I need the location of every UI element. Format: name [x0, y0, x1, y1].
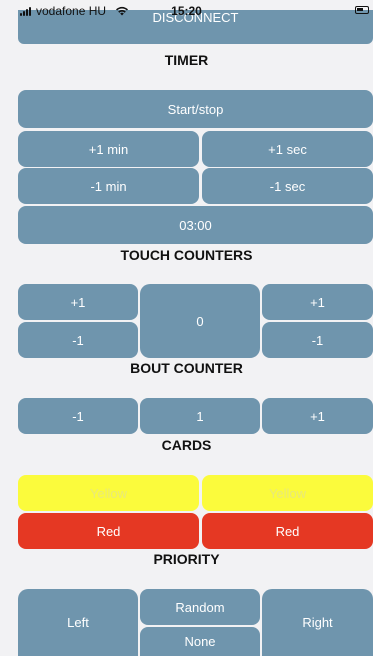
priority-heading: PRIORITY: [153, 551, 220, 567]
right-touch-plus-button[interactable]: +1: [262, 284, 373, 320]
status-bar: vodafone HU 15:20: [0, 0, 373, 22]
plus-one-minute-label: +1 min: [88, 141, 129, 157]
right-touch-plus-label: +1: [310, 294, 325, 310]
priority-none-label: None: [184, 634, 216, 649]
left-yellow-card-label: Yellow: [89, 485, 128, 501]
bout-value-display[interactable]: 1: [140, 398, 260, 434]
bout-value: 1: [196, 408, 204, 424]
priority-random-button[interactable]: Random: [140, 589, 260, 625]
left-touch-minus-label: -1: [72, 332, 84, 348]
left-touch-plus-button[interactable]: +1: [18, 284, 138, 320]
bout-minus-button[interactable]: -1: [18, 398, 138, 434]
priority-left-label: Left: [67, 615, 89, 630]
minus-one-second-button[interactable]: -1 sec: [202, 168, 373, 204]
left-touch-minus-button[interactable]: -1: [18, 322, 138, 358]
priority-none-button[interactable]: None: [140, 627, 260, 656]
bout-plus-label: +1: [310, 408, 325, 424]
timer-display-value: 03:00: [179, 217, 212, 233]
plus-one-minute-button[interactable]: +1 min: [18, 131, 199, 167]
priority-right-button[interactable]: Right: [262, 589, 373, 656]
battery-icon: [355, 6, 369, 14]
plus-one-second-button[interactable]: +1 sec: [202, 131, 373, 167]
bout-minus-label: -1: [72, 408, 84, 424]
right-yellow-card-button[interactable]: Yellow: [202, 475, 373, 511]
cards-heading: CARDS: [161, 437, 212, 453]
touch-score-value: 0: [196, 313, 204, 329]
plus-one-second-label: +1 sec: [268, 141, 307, 157]
minus-one-second-label: -1 sec: [269, 178, 306, 194]
right-touch-minus-label: -1: [311, 332, 324, 348]
minus-one-minute-button[interactable]: -1 min: [18, 168, 199, 204]
priority-left-button[interactable]: Left: [18, 589, 138, 656]
right-touch-minus-button[interactable]: -1: [262, 322, 373, 358]
priority-right-label: Right: [302, 615, 333, 630]
minus-one-minute-label: -1 min: [90, 178, 127, 194]
timer-heading: TIMER: [164, 52, 209, 68]
right-yellow-card-label: Yellow: [268, 485, 307, 501]
app-screen: DISCONNECT vodafone HU 15:20 TIMER Start…: [0, 0, 373, 656]
left-yellow-card-button[interactable]: Yellow: [18, 475, 199, 511]
left-red-card-label: Red: [96, 523, 121, 539]
start-stop-button[interactable]: Start/stop: [18, 90, 373, 128]
left-red-card-button[interactable]: Red: [18, 513, 199, 549]
priority-random-label: Random: [175, 599, 225, 615]
left-touch-plus-label: +1: [70, 294, 86, 310]
timer-display-button[interactable]: 03:00: [18, 206, 373, 244]
touch-counters-heading: TOUCH COUNTERS: [120, 247, 253, 263]
touch-score-display[interactable]: 0: [140, 284, 260, 358]
bout-counter-heading: BOUT COUNTER: [130, 360, 243, 376]
right-red-card-button[interactable]: Red: [202, 513, 373, 549]
start-stop-label: Start/stop: [167, 101, 224, 117]
bout-plus-button[interactable]: +1: [262, 398, 373, 434]
status-time: 15:20: [171, 4, 202, 18]
right-red-card-label: Red: [275, 523, 300, 539]
